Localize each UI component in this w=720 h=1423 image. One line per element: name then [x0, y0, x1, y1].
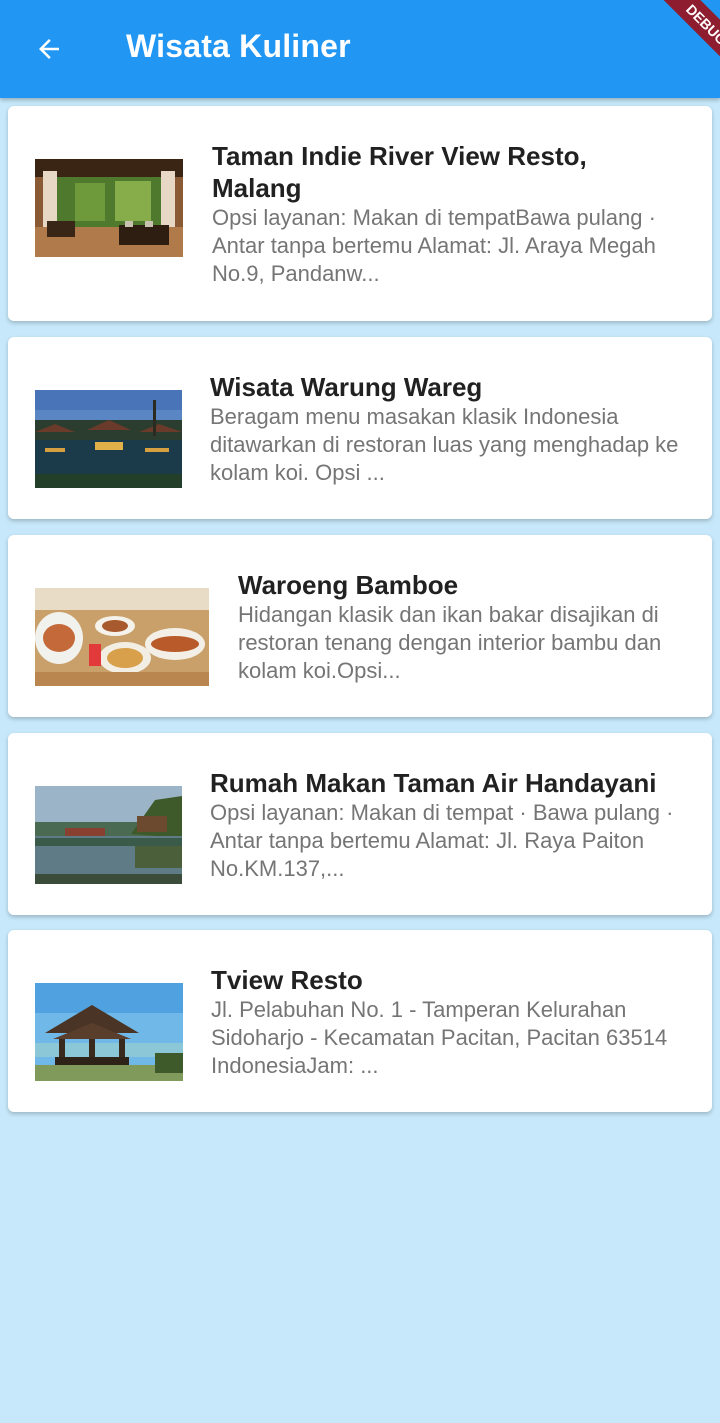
item-title: Taman Indie River View Resto, Malang [212, 141, 587, 203]
item-title: Waroeng Bamboe [238, 570, 459, 600]
list-item[interactable]: Tview Resto Jl. Pelabuhan No. 1 - Tamper… [8, 930, 712, 1112]
item-title: Tview Resto [211, 965, 363, 995]
restaurant-image [35, 786, 182, 884]
list-item[interactable]: Taman Indie River View Resto, Malang Ops… [8, 106, 712, 321]
restaurant-image [35, 588, 209, 686]
item-title: Rumah Makan Taman Air Handayani [210, 768, 657, 798]
item-description: Beragam menu masakan klasik Indonesia di… [210, 404, 679, 485]
restaurant-image [35, 390, 182, 488]
page-title: Wisata Kuliner [126, 28, 351, 64]
app-bar: Wisata Kuliner DEBUG [0, 0, 720, 98]
list-item[interactable]: Rumah Makan Taman Air Handayani Opsi lay… [8, 733, 712, 915]
back-button[interactable] [22, 22, 76, 76]
item-description: Hidangan klasik dan ikan bakar disajikan… [238, 602, 662, 683]
debug-banner: DEBUG [635, 0, 720, 65]
item-description: Opsi layanan: Makan di tempat · Bawa pul… [210, 800, 674, 881]
restaurant-image [35, 983, 183, 1081]
list-item[interactable]: Waroeng Bamboe Hidangan klasik dan ikan … [8, 535, 712, 717]
restaurant-image [35, 159, 183, 257]
list-item[interactable]: Wisata Warung Wareg Beragam menu masakan… [8, 337, 712, 519]
item-description: Jl. Pelabuhan No. 1 - Tamperan Kelurahan… [211, 997, 668, 1078]
item-title: Wisata Warung Wareg [210, 372, 483, 402]
item-description: Opsi layanan: Makan di tempatBawa pulang… [212, 205, 656, 286]
arrow-back-icon [39, 39, 59, 59]
